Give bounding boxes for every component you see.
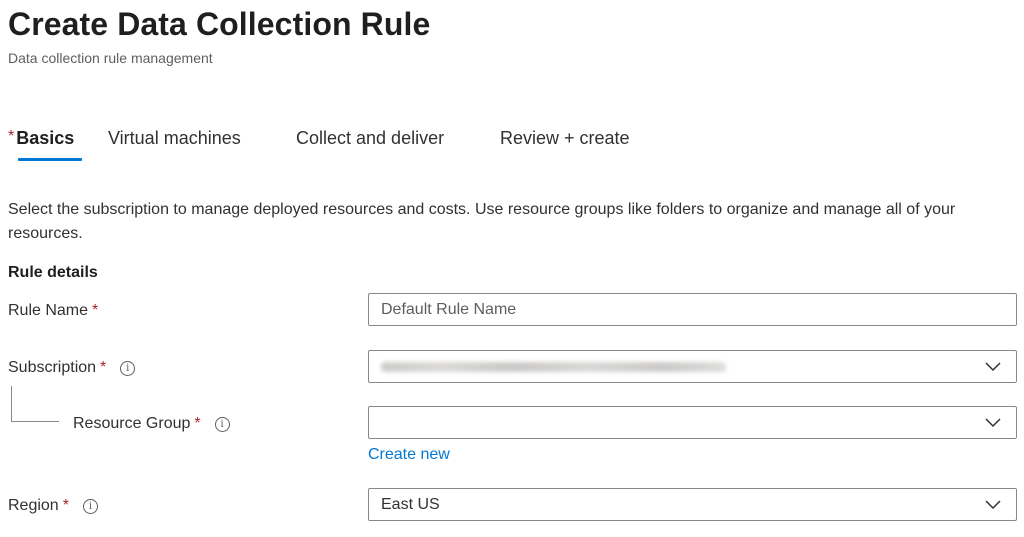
tab-virtual-machines[interactable]: Virtual machines xyxy=(108,126,241,150)
required-marker: * xyxy=(8,128,15,145)
tab-basics[interactable]: * Basics xyxy=(8,126,74,152)
page-title: Create Data Collection Rule xyxy=(8,6,431,42)
tab-basics-label: Basics xyxy=(16,128,75,148)
create-new-resource-group-link[interactable]: Create new xyxy=(368,444,450,466)
active-tab-indicator xyxy=(18,158,82,161)
required-marker: * xyxy=(100,359,107,376)
info-icon[interactable]: i xyxy=(120,361,136,376)
resource-group-label: Resource Group * i xyxy=(73,413,230,435)
chevron-down-icon xyxy=(985,418,1001,428)
subscription-dropdown[interactable] xyxy=(368,350,1017,383)
required-marker: * xyxy=(62,497,69,514)
region-label-text: Region xyxy=(8,497,59,514)
rule-name-field[interactable] xyxy=(368,293,1017,326)
tree-connector-horizontal xyxy=(11,421,59,422)
resource-group-label-text: Resource Group xyxy=(73,415,191,432)
rule-name-label-text: Rule Name xyxy=(8,302,89,319)
tab-collect-and-deliver[interactable]: Collect and deliver xyxy=(296,126,444,150)
info-icon[interactable]: i xyxy=(214,417,230,432)
rule-name-label: Rule Name * xyxy=(8,300,98,322)
info-icon[interactable]: i xyxy=(82,499,98,514)
create-dcr-page: Create Data Collection Rule Data collect… xyxy=(0,0,1024,537)
page-description: Select the subscription to manage deploy… xyxy=(8,201,956,242)
tree-connector-vertical xyxy=(11,386,12,422)
chevron-down-icon xyxy=(985,500,1001,510)
resource-group-dropdown[interactable] xyxy=(368,406,1017,439)
region-label: Region * i xyxy=(8,495,98,517)
subscription-label: Subscription * i xyxy=(8,357,136,379)
required-marker: * xyxy=(194,415,201,432)
required-marker: * xyxy=(92,302,99,319)
subscription-value-obscured xyxy=(381,362,726,372)
section-title-rule-details: Rule details xyxy=(8,264,98,281)
region-dropdown[interactable]: East US xyxy=(368,488,1017,521)
tab-review-create[interactable]: Review + create xyxy=(500,126,630,150)
region-value: East US xyxy=(381,496,440,513)
rule-name-input[interactable] xyxy=(369,294,1016,325)
subscription-label-text: Subscription xyxy=(8,359,97,376)
chevron-down-icon xyxy=(985,362,1001,372)
page-subtitle: Data collection rule management xyxy=(8,50,213,66)
